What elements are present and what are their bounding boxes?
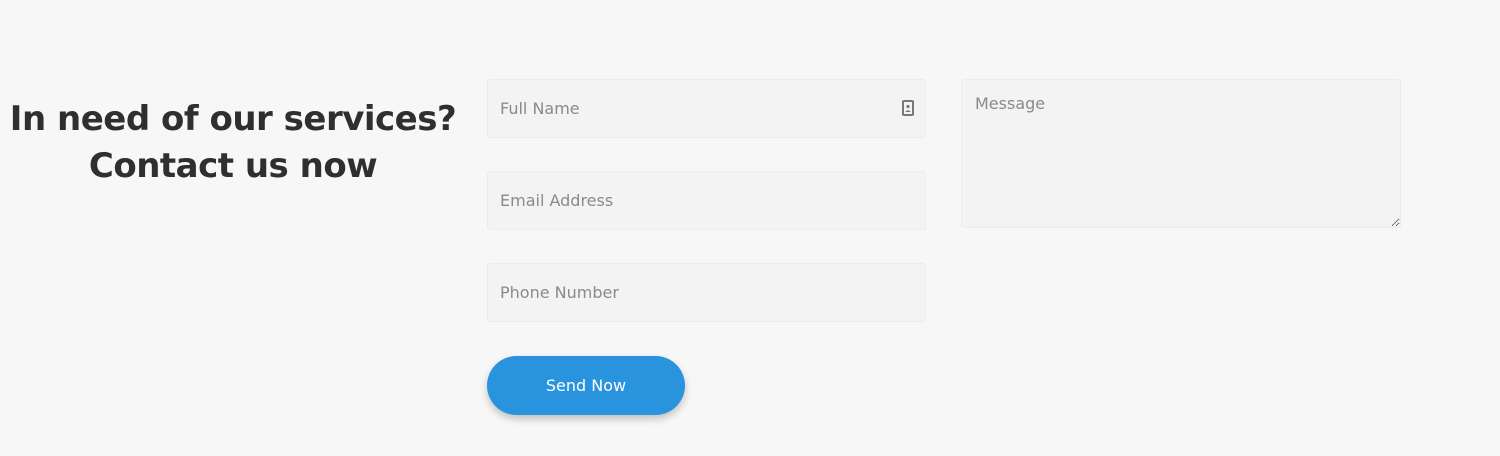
- email-input[interactable]: [487, 171, 926, 230]
- heading-line-1: In need of our services?: [9, 99, 457, 139]
- full-name-input[interactable]: [487, 79, 926, 138]
- send-now-button[interactable]: Send Now: [487, 356, 685, 415]
- email-field-wrapper: [487, 171, 926, 230]
- contact-card-icon[interactable]: [902, 100, 914, 116]
- phone-field-wrapper: [487, 263, 926, 322]
- full-name-field-wrapper: [487, 79, 926, 138]
- message-textarea[interactable]: [961, 79, 1401, 228]
- phone-input[interactable]: [487, 263, 926, 322]
- section-heading: In need of our services? Contact us now: [0, 96, 466, 190]
- heading-line-2: Contact us now: [88, 146, 378, 186]
- contact-section: In need of our services? Contact us now …: [0, 0, 1500, 456]
